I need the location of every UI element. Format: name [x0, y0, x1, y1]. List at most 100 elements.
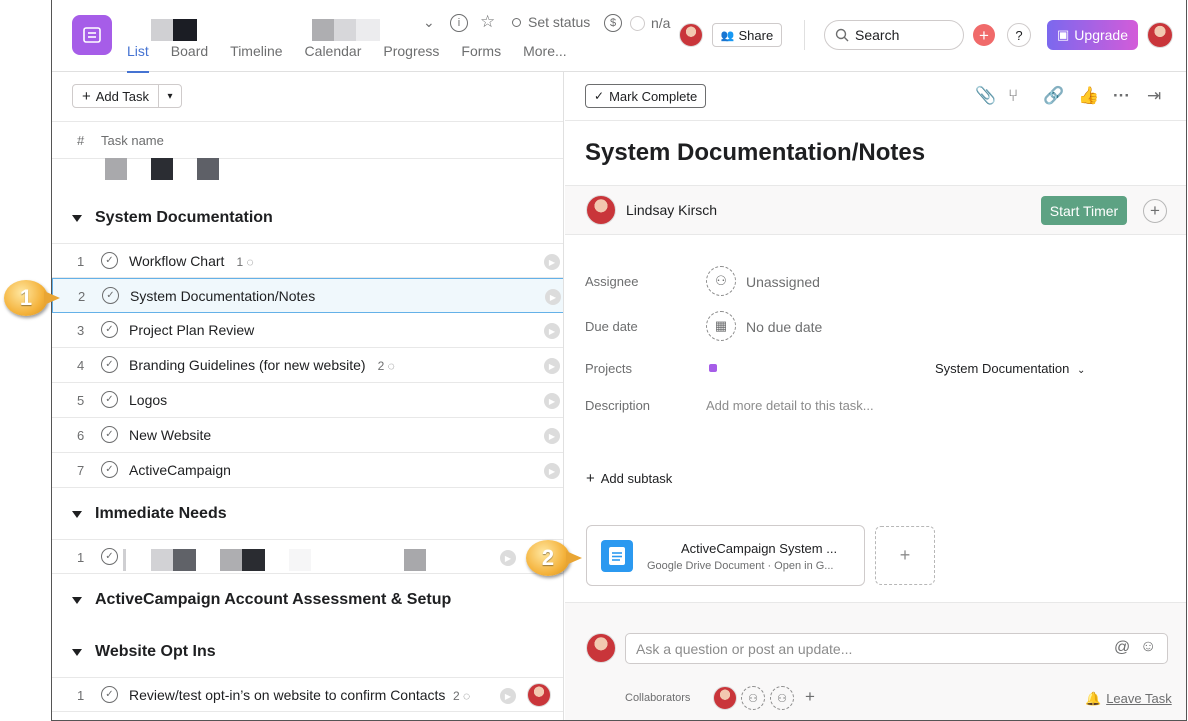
- section-header[interactable]: Website Opt Ins: [72, 643, 216, 661]
- section-title: Immediate Needs: [95, 505, 227, 522]
- open-details-icon[interactable]: ▶: [544, 463, 560, 479]
- table-row-selected[interactable]: 2 ✓ System Documentation/Notes ▶: [52, 278, 563, 313]
- share-button[interactable]: 👥 Share: [712, 23, 782, 47]
- open-details-icon[interactable]: ▶: [500, 550, 516, 566]
- chevron-down-icon[interactable]: ⌄: [423, 14, 435, 31]
- column-task-name[interactable]: Task name: [101, 133, 164, 148]
- table-row[interactable]: 1 ✓ Review/test opt-in’s on website to c…: [52, 677, 563, 712]
- due-date-value[interactable]: No due date: [746, 319, 822, 335]
- quick-add-plus-icon[interactable]: +: [973, 24, 995, 46]
- comment-input[interactable]: Ask a question or post an update... @ ☺: [625, 633, 1168, 664]
- redacted-block: [242, 549, 265, 571]
- open-details-icon[interactable]: ▶: [545, 289, 561, 305]
- assignee-label: Assignee: [585, 274, 639, 289]
- add-subtask-button[interactable]: + Add subtask: [586, 470, 672, 487]
- upgrade-button[interactable]: ▣ Upgrade: [1047, 20, 1138, 50]
- table-row[interactable]: 1 ✓ Workflow Chart 1 ◌ ▶: [52, 243, 563, 278]
- assignee-value[interactable]: Unassigned: [746, 274, 820, 290]
- table-row[interactable]: 3 ✓ Project Plan Review ▶: [52, 313, 563, 348]
- user-avatar[interactable]: [1147, 22, 1173, 48]
- mention-icon[interactable]: @: [1114, 639, 1130, 657]
- cost-field[interactable]: $ n/a: [604, 14, 670, 32]
- description-field[interactable]: Add more detail to this task...: [706, 398, 874, 413]
- owner-avatar[interactable]: [586, 195, 616, 225]
- table-row[interactable]: 1 ✓ ▶: [52, 539, 563, 574]
- section-header[interactable]: ActiveCampaign Account Assessment & Setu…: [72, 591, 451, 609]
- chevron-down-icon[interactable]: ▾: [159, 91, 181, 102]
- search-input[interactable]: Search: [824, 20, 964, 50]
- complete-check-icon[interactable]: ✓: [101, 321, 118, 338]
- project-section-select[interactable]: System Documentation ⌄: [935, 361, 1085, 376]
- tab-forms[interactable]: Forms: [461, 43, 501, 73]
- complete-check-icon[interactable]: ✓: [102, 287, 119, 304]
- tab-progress[interactable]: Progress: [383, 43, 439, 73]
- open-details-icon[interactable]: ▶: [500, 688, 516, 704]
- help-icon[interactable]: ?: [1007, 23, 1031, 47]
- emoji-icon[interactable]: ☺: [1140, 638, 1156, 656]
- table-row[interactable]: 6 ✓ New Website ▶: [52, 418, 563, 453]
- add-task-button[interactable]: + Add Task ▾: [72, 84, 183, 108]
- attachment-title: ActiveCampaign System ...: [681, 541, 838, 556]
- collapse-triangle-icon[interactable]: [72, 648, 82, 656]
- add-collaborator-icon[interactable]: ⚇: [741, 686, 765, 710]
- plus-icon[interactable]: +: [805, 687, 815, 707]
- complete-check-icon[interactable]: ✓: [101, 426, 118, 443]
- project-list-icon[interactable]: [72, 15, 112, 55]
- redacted-block: [173, 549, 196, 571]
- attachment-icon[interactable]: 📎: [975, 86, 996, 106]
- start-timer-button[interactable]: Start Timer: [1041, 196, 1127, 225]
- comment-icon: ◌: [387, 359, 395, 373]
- open-details-icon[interactable]: ▶: [544, 323, 560, 339]
- open-details-icon[interactable]: ▶: [544, 393, 560, 409]
- complete-check-icon[interactable]: ✓: [101, 461, 118, 478]
- calendar-icon[interactable]: ▦: [706, 311, 736, 341]
- collapse-triangle-icon[interactable]: [72, 214, 82, 222]
- add-task-label: Add Task: [95, 88, 150, 104]
- table-row[interactable]: 4 ✓ Branding Guidelines (for new website…: [52, 348, 563, 383]
- task-title[interactable]: System Documentation/Notes: [585, 139, 925, 167]
- tab-timeline[interactable]: Timeline: [230, 43, 282, 73]
- link-icon[interactable]: 🔗: [1043, 86, 1064, 106]
- complete-check-icon[interactable]: ✓: [101, 356, 118, 373]
- collaborator-avatar[interactable]: [713, 686, 737, 710]
- open-details-icon[interactable]: ▶: [544, 254, 560, 270]
- table-row[interactable]: 7 ✓ ActiveCampaign ▶: [52, 453, 563, 488]
- tab-calendar[interactable]: Calendar: [305, 43, 362, 73]
- section-header[interactable]: System Documentation: [72, 209, 273, 227]
- avatar[interactable]: [679, 23, 703, 47]
- comment-footer: Ask a question or post an update... @ ☺ …: [565, 602, 1186, 720]
- complete-check-icon[interactable]: ✓: [101, 548, 118, 565]
- section-header[interactable]: Immediate Needs: [72, 505, 227, 523]
- collapse-triangle-icon[interactable]: [72, 510, 82, 518]
- open-details-icon[interactable]: ▶: [544, 428, 560, 444]
- description-label: Description: [585, 398, 651, 413]
- task-name: Workflow Chart 1 ◌: [129, 253, 254, 269]
- subtask-icon[interactable]: ⑂: [1008, 86, 1018, 106]
- tab-list[interactable]: List: [127, 43, 149, 73]
- mark-complete-button[interactable]: ✓ Mark Complete: [585, 84, 707, 108]
- like-icon[interactable]: 👍: [1078, 86, 1099, 106]
- complete-check-icon[interactable]: ✓: [101, 252, 118, 269]
- info-icon[interactable]: i: [450, 14, 468, 32]
- attachment-card[interactable]: ActiveCampaign System ... Google Drive D…: [586, 525, 865, 586]
- tab-more[interactable]: More...: [523, 43, 567, 73]
- tab-board[interactable]: Board: [171, 43, 208, 73]
- add-plus-icon[interactable]: +: [1143, 199, 1167, 223]
- complete-check-icon[interactable]: ✓: [101, 686, 118, 703]
- collapse-triangle-icon[interactable]: [72, 596, 82, 604]
- person-icon[interactable]: ⚇: [706, 266, 736, 296]
- close-pane-icon[interactable]: ⇥: [1147, 86, 1161, 106]
- add-collaborator-icon[interactable]: ⚇: [770, 686, 794, 710]
- assignee-avatar[interactable]: [527, 683, 551, 707]
- star-icon[interactable]: ☆: [480, 12, 495, 32]
- open-details-icon[interactable]: ▶: [544, 358, 560, 374]
- leave-task-button[interactable]: 🔔 Leave Task: [1085, 691, 1172, 707]
- table-row[interactable]: 5 ✓ Logos ▶: [52, 383, 563, 418]
- complete-check-icon[interactable]: ✓: [101, 391, 118, 408]
- set-status[interactable]: Set status: [512, 14, 590, 30]
- add-attachment-button[interactable]: +: [875, 526, 935, 585]
- more-icon[interactable]: ···: [1113, 86, 1130, 106]
- due-date-label: Due date: [585, 319, 638, 334]
- task-name: ActiveCampaign: [129, 462, 231, 478]
- redacted-block: [105, 158, 127, 180]
